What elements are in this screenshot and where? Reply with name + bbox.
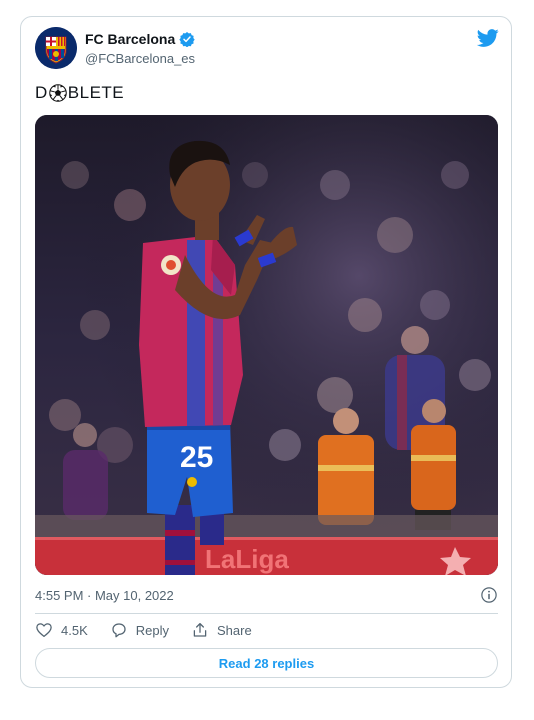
divider (35, 613, 498, 614)
info-icon[interactable] (480, 586, 498, 604)
reply-label: Reply (135, 622, 169, 638)
twitter-bird-icon[interactable] (477, 27, 499, 49)
soccer-ball-icon (49, 84, 67, 102)
author-handle[interactable]: @FCBarcelona_es (85, 51, 195, 66)
author-display-name[interactable]: FC Barcelona (85, 31, 175, 47)
tweet-card: FC Barcelona @FCBarcelona_es D BLETE LaL… (20, 16, 512, 688)
action-bar: 4.5K Reply Share (35, 621, 252, 639)
share-button[interactable]: Share (191, 621, 252, 639)
like-button[interactable]: 4.5K (35, 621, 88, 639)
tweet-text: D BLETE (35, 83, 124, 103)
celebration-photo: LaLiga 25 (35, 115, 498, 575)
share-icon (193, 622, 207, 637)
laliga-board-text: LaLiga (205, 544, 289, 574)
reply-bubble-icon (112, 623, 126, 638)
reply-button[interactable]: Reply (110, 621, 169, 639)
avatar[interactable] (35, 27, 77, 69)
fc-barcelona-crest-icon (35, 27, 77, 69)
tweet-timestamp[interactable]: 4:55 PM · May 10, 2022 (35, 588, 174, 603)
verified-badge-icon (179, 32, 195, 47)
tweet-text-start: D (35, 83, 48, 102)
tweet-text-end: BLETE (67, 83, 125, 102)
share-label: Share (217, 622, 252, 638)
jersey-number: 25 (180, 441, 213, 474)
heart-icon (36, 623, 52, 638)
tweet-photo[interactable]: LaLiga 25 (35, 115, 498, 575)
like-count: 4.5K (61, 622, 88, 638)
read-replies-button[interactable]: Read 28 replies (35, 648, 498, 678)
